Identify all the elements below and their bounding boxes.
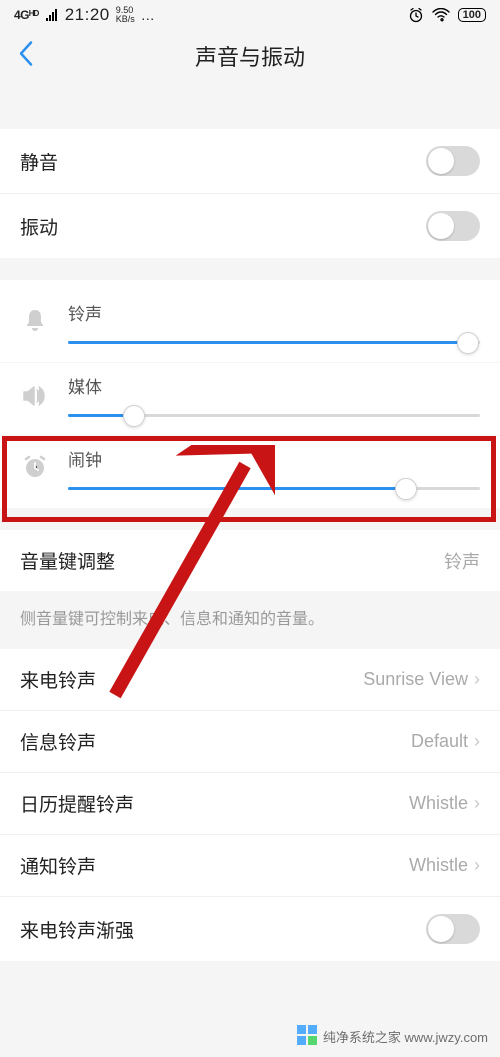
back-button[interactable] bbox=[18, 40, 34, 71]
mute-toggle[interactable] bbox=[426, 146, 480, 176]
mute-label: 静音 bbox=[20, 148, 58, 175]
bell-icon bbox=[20, 300, 50, 336]
ringtone-group: 来电铃声 Sunrise View › 信息铃声 Default › 日历提醒铃声 … bbox=[0, 649, 500, 961]
chevron-left-icon bbox=[18, 40, 34, 66]
ringtone-slider[interactable] bbox=[68, 341, 480, 344]
watermark-logo-icon bbox=[297, 1025, 317, 1047]
network-speed: 9.50KB/s bbox=[116, 6, 135, 24]
nav-header: 声音与振动 bbox=[0, 28, 500, 83]
media-volume-row: 媒体 bbox=[0, 362, 500, 435]
volume-key-hint: 侧音量键可控制来电、信息和通知的音量。 bbox=[0, 591, 500, 649]
ascending-ringtone-row[interactable]: 来电铃声渐强 bbox=[0, 896, 500, 961]
watermark-text: 纯净系统之家 www.jwzy.com bbox=[323, 1027, 488, 1046]
call-ringtone-row[interactable]: 来电铃声 Sunrise View › bbox=[0, 649, 500, 710]
media-slider-thumb[interactable] bbox=[123, 405, 145, 427]
wifi-icon bbox=[432, 8, 450, 22]
alarm-volume-row: 闹钟 bbox=[0, 435, 500, 508]
mute-row[interactable]: 静音 bbox=[0, 129, 500, 193]
calendar-ringtone-label: 日历提醒铃声 bbox=[20, 790, 134, 817]
signal-bars-icon bbox=[45, 9, 59, 21]
ascending-ringtone-toggle[interactable] bbox=[426, 914, 480, 944]
battery-indicator: 100 bbox=[458, 8, 486, 22]
alarm-clock-icon bbox=[20, 446, 50, 482]
volume-key-row[interactable]: 音量键调整 铃声 bbox=[0, 530, 500, 591]
status-bar: 4Gᴴᴰ 21:20 9.50KB/s … 100 bbox=[0, 0, 500, 28]
watermark: 纯净系统之家 www.jwzy.com bbox=[297, 1025, 488, 1047]
ringtone-volume-row: 铃声 bbox=[0, 290, 500, 362]
message-ringtone-value: Default bbox=[411, 731, 468, 752]
alarm-slider-label: 闹钟 bbox=[68, 446, 480, 471]
notification-ringtone-value: Whistle bbox=[409, 855, 468, 876]
notification-ringtone-label: 通知铃声 bbox=[20, 852, 96, 879]
ringtone-slider-thumb[interactable] bbox=[457, 332, 479, 354]
alarm-slider-thumb[interactable] bbox=[395, 478, 417, 500]
alarm-slider[interactable] bbox=[68, 487, 480, 490]
media-slider[interactable] bbox=[68, 414, 480, 417]
ascending-ringtone-label: 来电铃声渐强 bbox=[20, 916, 134, 943]
calendar-ringtone-value: Whistle bbox=[409, 793, 468, 814]
chevron-right-icon: › bbox=[474, 855, 480, 876]
toggle-group: 静音 振动 bbox=[0, 129, 500, 258]
message-ringtone-label: 信息铃声 bbox=[20, 728, 96, 755]
calendar-ringtone-row[interactable]: 日历提醒铃声 Whistle › bbox=[0, 772, 500, 834]
notification-ringtone-row[interactable]: 通知铃声 Whistle › bbox=[0, 834, 500, 896]
volume-key-label: 音量键调整 bbox=[20, 547, 115, 574]
speaker-icon bbox=[20, 373, 50, 409]
ringtone-slider-label: 铃声 bbox=[68, 300, 480, 325]
vibrate-toggle[interactable] bbox=[426, 211, 480, 241]
media-slider-label: 媒体 bbox=[68, 373, 480, 398]
vibrate-label: 振动 bbox=[20, 213, 58, 240]
alarm-status-icon bbox=[408, 7, 424, 23]
call-ringtone-label: 来电铃声 bbox=[20, 666, 96, 693]
clock-time: 21:20 bbox=[65, 5, 110, 25]
message-ringtone-row[interactable]: 信息铃声 Default › bbox=[0, 710, 500, 772]
more-icon: … bbox=[141, 7, 156, 23]
chevron-right-icon: › bbox=[474, 669, 480, 690]
chevron-right-icon: › bbox=[474, 793, 480, 814]
call-ringtone-value: Sunrise View bbox=[363, 669, 468, 690]
page-title: 声音与振动 bbox=[195, 40, 305, 72]
signal-indicator: 4Gᴴᴰ bbox=[14, 8, 39, 22]
volume-key-value: 铃声 bbox=[444, 548, 480, 574]
vibrate-row[interactable]: 振动 bbox=[0, 193, 500, 258]
chevron-right-icon: › bbox=[474, 731, 480, 752]
volume-sliders: 铃声 媒体 闹钟 bbox=[0, 280, 500, 508]
